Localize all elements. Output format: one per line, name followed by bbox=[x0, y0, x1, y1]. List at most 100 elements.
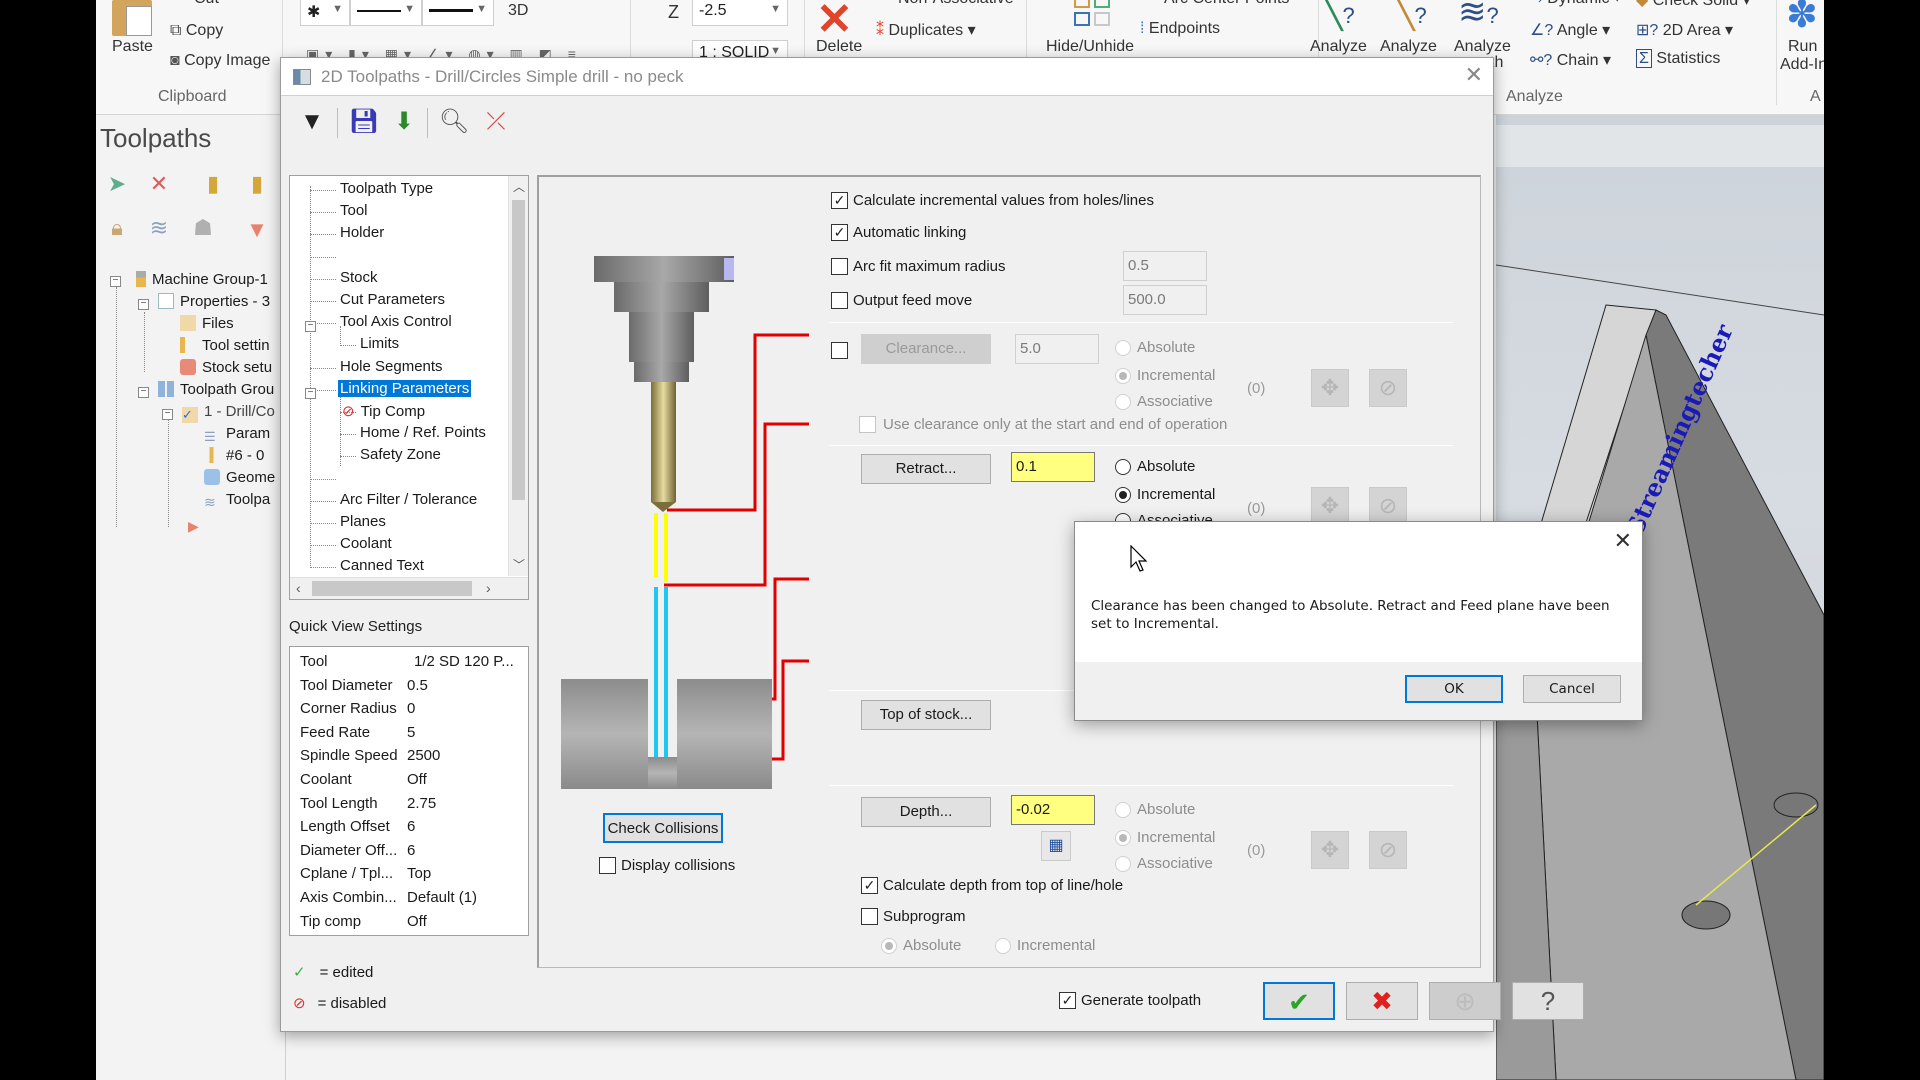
tree-machine-group[interactable]: Machine Group-1 bbox=[136, 271, 268, 288]
check-solid-button[interactable]: ◆ Check Solid ▾ bbox=[1636, 0, 1751, 10]
point-style-combo[interactable]: ✱ ▼ bbox=[300, 0, 350, 26]
ok-button[interactable]: ✔ bbox=[1263, 982, 1335, 1020]
output-feed-field[interactable]: 500.0 bbox=[1123, 285, 1207, 315]
tree-tool-settings[interactable]: Tool settin bbox=[180, 337, 270, 354]
subprogram-absolute-radio[interactable] bbox=[881, 938, 897, 954]
arc-fit-radius-field[interactable]: 0.5 bbox=[1123, 251, 1207, 281]
param-tree-item[interactable]: Arc Filter / Tolerance bbox=[338, 491, 479, 508]
param-tree-item[interactable]: Home / Ref. Points bbox=[358, 424, 488, 441]
chain-button[interactable]: ⚯? Chain ▾ bbox=[1530, 50, 1611, 70]
cut-button[interactable]: Cut bbox=[194, 0, 219, 8]
clearance-absolute-radio[interactable] bbox=[1115, 340, 1131, 356]
scroll-right-icon[interactable]: › bbox=[486, 580, 491, 596]
retract-incremental-radio[interactable] bbox=[1115, 487, 1131, 503]
param-tree-item[interactable]: Tool bbox=[338, 202, 370, 219]
line-style-combo[interactable]: ▼ bbox=[350, 0, 422, 26]
scroll-thumb[interactable] bbox=[512, 200, 525, 500]
clearance-checkbox[interactable] bbox=[831, 342, 848, 359]
statistics-button[interactable]: Σ Statistics bbox=[1636, 49, 1720, 68]
tree-parameters[interactable]: ☰ Param bbox=[204, 425, 270, 445]
param-tree-item[interactable]: Hole Segments bbox=[338, 358, 445, 375]
param-tree-item[interactable]: Linking Parameters bbox=[338, 379, 472, 397]
clearance-field[interactable]: 5.0 bbox=[1015, 334, 1099, 364]
top-of-stock-button[interactable]: Top of stock... bbox=[861, 700, 991, 730]
angle-button[interactable]: ∠? Angle ▾ bbox=[1530, 20, 1610, 40]
analyze-entity-icon[interactable]: ╲? bbox=[1322, 0, 1355, 32]
check-collisions-button[interactable]: Check Collisions bbox=[603, 813, 723, 843]
depth-field[interactable]: -0.02 bbox=[1011, 795, 1095, 825]
toggle-display-icon[interactable]: ≋ bbox=[146, 215, 172, 241]
deselect-operations-icon[interactable]: ✕ bbox=[146, 171, 172, 197]
analyze-distance-button[interactable]: Analyze bbox=[1380, 38, 1437, 56]
analyze-toolpath-icon[interactable]: ≋? bbox=[1458, 0, 1499, 32]
hide-dialog-icon[interactable]: ⤫ bbox=[479, 104, 513, 140]
run-add-in-icon[interactable]: ✽ bbox=[1786, 0, 1818, 37]
tree-geometry[interactable]: Geome bbox=[204, 469, 275, 486]
analyze-entity-button[interactable]: Analyze bbox=[1310, 38, 1367, 56]
duplicates-button[interactable]: ⁑ Duplicates ▾ bbox=[876, 20, 976, 40]
horizontal-scrollbar[interactable]: ‹ › bbox=[290, 577, 528, 599]
close-icon[interactable]: ✕ bbox=[1465, 62, 1483, 88]
mode-3d-label[interactable]: 3D bbox=[508, 2, 528, 20]
calc-incremental-checkbox[interactable]: ✓ bbox=[831, 192, 848, 209]
copy-button[interactable]: ⧉ Copy bbox=[170, 22, 223, 40]
area-2d-button[interactable]: ⊞? 2D Area ▾ bbox=[1636, 20, 1733, 40]
tree-stock-setup[interactable]: Stock setu bbox=[180, 359, 272, 376]
clearance-reset-icon[interactable]: ⊘ bbox=[1369, 369, 1407, 407]
endpoints-button[interactable]: ⁞ Endpoints bbox=[1140, 20, 1220, 38]
scroll-down-icon[interactable]: ﹀ bbox=[513, 556, 525, 573]
collapse-linking-parameters[interactable]: − bbox=[305, 388, 316, 399]
depth-button[interactable]: Depth... bbox=[861, 797, 991, 827]
lock-icon[interactable]: 🔒︎ bbox=[104, 215, 130, 241]
collapse-operation[interactable]: − bbox=[162, 409, 173, 420]
param-tree-item[interactable]: Limits bbox=[358, 335, 401, 352]
hide-unhide-icon[interactable] bbox=[1074, 0, 1114, 28]
preview-icon[interactable]: 🔍︎ bbox=[437, 104, 471, 140]
tool-library-icon[interactable]: ▼ bbox=[295, 104, 329, 140]
param-tree-item[interactable]: Tool Axis Control bbox=[338, 313, 454, 330]
clearance-associative-radio[interactable] bbox=[1115, 394, 1131, 410]
select-all-operations-icon[interactable]: ➤ bbox=[104, 171, 130, 197]
vertical-scrollbar[interactable]: ︿ ﹀ bbox=[508, 176, 528, 576]
delete-button[interactable]: Delete bbox=[816, 38, 862, 56]
tree-properties[interactable]: Properties - 3 bbox=[158, 293, 270, 310]
arc-center-points-button[interactable]: Arc Center Points bbox=[1164, 0, 1289, 8]
scroll-left-icon[interactable]: ‹ bbox=[296, 580, 301, 596]
clearance-incremental-radio[interactable] bbox=[1115, 368, 1131, 384]
analyze-distance-icon[interactable]: ╲? bbox=[1394, 0, 1427, 32]
retract-absolute-radio[interactable] bbox=[1115, 459, 1131, 475]
param-tree-item[interactable]: Holder bbox=[338, 224, 386, 241]
ghost-icon[interactable]: ☗ bbox=[190, 215, 216, 241]
depth-absolute-radio[interactable] bbox=[1115, 802, 1131, 818]
tree-toolpath[interactable]: ≋ Toolpa bbox=[204, 491, 270, 510]
message-ok-button[interactable]: OK bbox=[1405, 675, 1503, 703]
subprogram-incremental-radio[interactable] bbox=[995, 938, 1011, 954]
collapse-machine-group[interactable]: − bbox=[110, 276, 121, 287]
param-tree-item[interactable]: Toolpath Type bbox=[338, 180, 435, 197]
copy-image-button[interactable]: ◙ Copy Image bbox=[170, 52, 270, 70]
param-tree-item[interactable]: ⊘ Tip Comp bbox=[342, 402, 427, 420]
tree-toolpath-group[interactable]: Toolpath Grou bbox=[158, 381, 274, 398]
collapse-toolpath-group[interactable]: − bbox=[138, 387, 149, 398]
output-feed-checkbox[interactable] bbox=[831, 292, 848, 309]
arc-fit-checkbox[interactable] bbox=[831, 258, 848, 275]
close-icon[interactable]: ✕ bbox=[1614, 528, 1632, 554]
retract-reset-icon[interactable]: ⊘ bbox=[1369, 487, 1407, 525]
clearance-button[interactable]: Clearance... bbox=[861, 334, 991, 364]
calc-depth-checkbox[interactable]: ✓ bbox=[861, 877, 878, 894]
insert-arrow-icon[interactable]: ▼ bbox=[244, 217, 270, 243]
hide-unhide-button[interactable]: Hide/Unhide bbox=[1046, 38, 1134, 56]
z-depth-combo[interactable]: -2.5 ▼ bbox=[692, 0, 788, 26]
line-width-combo[interactable]: ▼ bbox=[422, 0, 494, 26]
depth-reset-icon[interactable]: ⊘ bbox=[1369, 831, 1407, 869]
insert-arrow-marker[interactable]: ▶ bbox=[188, 518, 199, 535]
regenerate-dirty-icon[interactable]: ▮ bbox=[244, 171, 270, 197]
param-tree-item[interactable]: Canned Text bbox=[338, 557, 426, 574]
depth-incremental-radio[interactable] bbox=[1115, 830, 1131, 846]
use-clearance-checkbox[interactable] bbox=[859, 416, 876, 433]
param-tree-item[interactable]: Safety Zone bbox=[358, 446, 443, 463]
tree-files[interactable]: Files bbox=[180, 315, 234, 332]
param-tree-item[interactable]: Cut Parameters bbox=[338, 291, 447, 308]
paste-button[interactable]: Paste bbox=[112, 38, 153, 56]
display-collisions-checkbox[interactable] bbox=[599, 857, 616, 874]
